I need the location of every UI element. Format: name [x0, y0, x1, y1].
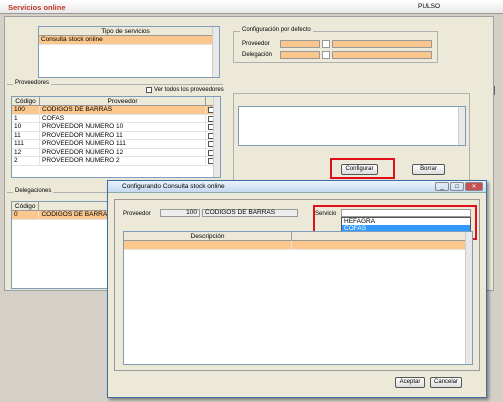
brand-label: PULSO: [418, 3, 441, 10]
proveedor-search-icon[interactable]: [322, 40, 330, 48]
cancelar-button[interactable]: Cancelar: [430, 377, 462, 388]
table-row[interactable]: 11 PROVEEDOR NUMERO 11: [12, 131, 220, 140]
config-group: Configuración por defecto Proveedor Dele…: [233, 27, 438, 63]
maximize-button[interactable]: □: [450, 182, 464, 191]
dialog-proveedor-name[interactable]: CODIGOS DE BARRAS: [202, 209, 298, 217]
name-cell: CODIGOS DE BARRAS: [40, 106, 206, 114]
table-row[interactable]: 111 PROVEEDOR NUMERO 111: [12, 140, 220, 149]
close-button[interactable]: ✕: [465, 182, 483, 191]
table-row[interactable]: 0 CODIGOS DE BARRAS: [12, 211, 110, 220]
show-all-label: Ver todos los proveedores: [154, 87, 224, 93]
name-cell: PROVEEDOR NUMERO 111: [40, 140, 206, 148]
borrar-button[interactable]: Borrar: [412, 164, 445, 175]
table-row[interactable]: 12 PROVEEDOR NUMERO 12: [12, 148, 220, 157]
code-cell: 11: [12, 131, 40, 139]
app-title: Servicios online: [8, 3, 66, 12]
proveedor-name[interactable]: [332, 40, 432, 48]
configurar-highlight: [330, 158, 395, 179]
code-cell: 100: [12, 106, 40, 114]
services-grid[interactable]: Tipo de servicios Consulta stock online: [38, 26, 220, 78]
table-row[interactable]: 10 PROVEEDOR NUMERO 10: [12, 123, 220, 132]
name-cell: PROVEEDOR NUMERO 10: [40, 123, 206, 131]
name-cell: COFAS: [40, 114, 206, 122]
service-item[interactable]: Consulta stock online: [39, 36, 219, 45]
delegacion-code[interactable]: [280, 51, 320, 59]
description-grid[interactable]: Descripción: [123, 231, 473, 365]
code-cell: 111: [12, 140, 40, 148]
code-cell: 10: [12, 123, 40, 131]
code-cell: 1: [12, 114, 40, 122]
dialog-proveedor-code[interactable]: 100: [160, 209, 200, 217]
table-row[interactable]: 2 PROVEEDOR NUMERO 2: [12, 157, 220, 166]
delegacion-name[interactable]: [332, 51, 432, 59]
proveedor-code[interactable]: [280, 40, 320, 48]
scrollbar[interactable]: [212, 27, 219, 77]
table-row[interactable]: 100 CODIGOS DE BARRAS: [12, 106, 220, 115]
code-cell: 12: [12, 148, 40, 156]
minimize-button[interactable]: _: [435, 182, 449, 191]
show-all-checkbox[interactable]: [146, 87, 152, 93]
name-cell: PROVEEDOR NUMERO 2: [40, 157, 206, 165]
providers-grid[interactable]: Código Proveedor 100 CODIGOS DE BARRAS 1 COF…: [11, 96, 221, 178]
app-header: Servicios online PULSO: [0, 0, 503, 14]
aceptar-button[interactable]: Aceptar: [395, 377, 425, 388]
code-cell: 2: [12, 157, 40, 165]
name-cell: PROVEEDOR NUMERO 12: [40, 148, 206, 156]
delegacion-search-icon[interactable]: [322, 51, 330, 59]
config-dialog: Configurando Consulta stock online _ □ ✕…: [107, 180, 487, 398]
name-cell: PROVEEDOR NUMERO 11: [40, 131, 206, 139]
table-row[interactable]: 1 COFAS: [12, 114, 220, 123]
delegations-grid[interactable]: Código 0 CODIGOS DE BARRAS: [11, 201, 111, 289]
services-header: Tipo de servicios: [39, 27, 219, 36]
dialog-titlebar: Configurando Consulta stock online _ □ ✕: [108, 181, 486, 193]
